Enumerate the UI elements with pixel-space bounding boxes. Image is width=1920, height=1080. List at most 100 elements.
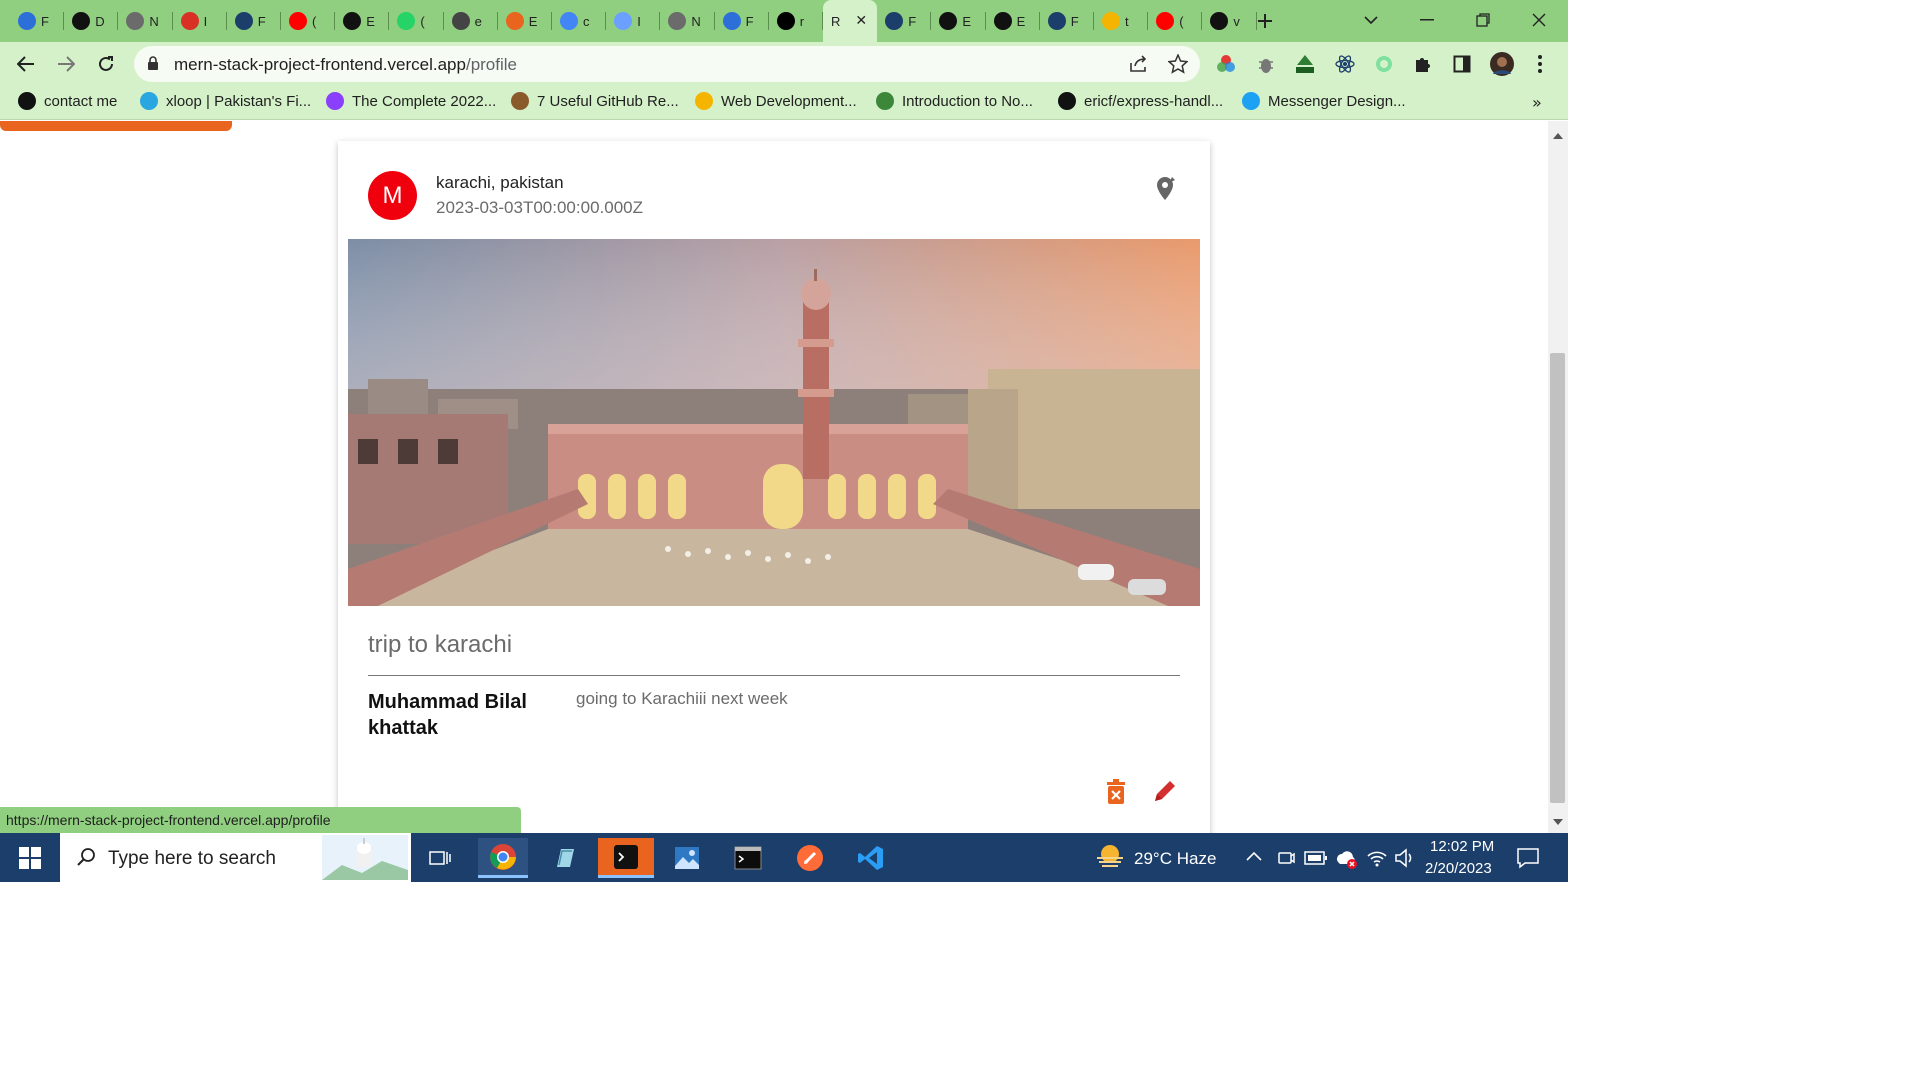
bookmark-item[interactable]: Introduction to No... <box>876 92 1033 110</box>
onedrive-error-icon[interactable] <box>1334 846 1358 870</box>
globe-icon <box>939 12 958 30</box>
close-window-button[interactable] <box>1516 6 1562 34</box>
edit-post-button[interactable] <box>1152 779 1178 807</box>
back-button[interactable] <box>12 50 40 78</box>
extension-colorpicker[interactable] <box>1214 52 1238 76</box>
profile-avatar[interactable] <box>1490 52 1514 76</box>
bookmark-item[interactable]: ericf/express-handl... <box>1058 92 1223 110</box>
bookmark-item[interactable]: Web Development... <box>695 92 857 110</box>
browser-tab[interactable]: N <box>660 6 715 36</box>
bookmark-item[interactable]: The Complete 2022... <box>326 92 496 110</box>
browser-tab[interactable]: N <box>118 6 173 36</box>
restore-button[interactable] <box>1460 6 1506 34</box>
bookmark-item[interactable]: Messenger Design... <box>1242 92 1406 110</box>
browser-tab[interactable]: I <box>173 6 227 36</box>
delete-post-button[interactable] <box>1104 779 1128 807</box>
side-panel-icon <box>1453 55 1471 73</box>
arrow-left-icon <box>17 56 34 72</box>
react-icon <box>1335 55 1355 73</box>
mural-icon <box>18 12 36 30</box>
browser-tab[interactable]: t <box>1094 6 1149 36</box>
taskbar-terminal-app[interactable] <box>598 838 654 878</box>
taskbar-photos[interactable] <box>662 838 712 878</box>
taskbar-postman[interactable] <box>785 838 835 878</box>
extensions-button[interactable] <box>1411 52 1435 76</box>
scroll-thumb[interactable] <box>1550 353 1565 803</box>
share-button[interactable] <box>1127 52 1151 76</box>
tab-label: F <box>41 13 49 29</box>
browser-tab[interactable]: r <box>769 6 823 36</box>
drive-icon <box>1102 12 1120 30</box>
battery-icon[interactable] <box>1304 850 1328 866</box>
browser-tab[interactable]: I <box>606 6 661 36</box>
url-text[interactable]: mern-stack-project-frontend.vercel.app/p… <box>174 55 517 75</box>
app-icon <box>451 12 470 30</box>
browser-tab[interactable]: F <box>10 6 65 36</box>
cmd-icon <box>734 846 762 870</box>
browser-tab[interactable]: c <box>552 6 607 36</box>
tray-overflow-button[interactable] <box>1246 848 1262 866</box>
gmail-icon <box>180 12 199 30</box>
browser-tab[interactable]: F <box>227 6 281 36</box>
post-description: going to Karachiii next week <box>576 689 788 708</box>
chrome-menu-button[interactable] <box>1528 52 1552 76</box>
extension-react-devtools[interactable] <box>1333 52 1357 76</box>
reload-button[interactable] <box>92 50 120 78</box>
meet-now-icon[interactable] <box>1276 848 1296 868</box>
new-tab-button[interactable] <box>1252 8 1278 34</box>
nav-indicator-bar <box>0 121 232 131</box>
close-tab-icon[interactable]: ✕ <box>855 13 867 29</box>
bookmark-item[interactable]: 7 Useful GitHub Re... <box>511 92 679 110</box>
tab-label: E <box>528 13 538 29</box>
browser-tab[interactable]: ( <box>1148 6 1203 36</box>
volume-icon[interactable] <box>1394 848 1416 868</box>
browser-tab[interactable]: E <box>335 6 390 36</box>
kebab-menu-icon <box>1538 55 1542 73</box>
taskbar-vscode[interactable] <box>846 838 896 878</box>
forward-button[interactable] <box>52 50 80 78</box>
arrow-right-icon <box>58 56 75 72</box>
post-title: trip to karachi <box>368 631 513 658</box>
notification-center-icon[interactable] <box>1516 846 1540 870</box>
postman-icon <box>797 845 823 871</box>
bookmark-favicon-icon <box>1058 92 1076 110</box>
browser-tab[interactable]: E <box>498 6 552 36</box>
clock-time[interactable]: 12:02 PM <box>1430 838 1494 855</box>
wifi-icon[interactable] <box>1366 848 1388 868</box>
tab-label: E <box>366 13 375 29</box>
extension-html[interactable] <box>1293 52 1317 76</box>
browser-tab[interactable]: F <box>715 6 769 36</box>
browser-tab[interactable]: E <box>986 6 1040 36</box>
browser-tab[interactable]: D <box>64 6 119 36</box>
browser-tab[interactable]: e <box>444 6 498 36</box>
taskbar-chrome[interactable] <box>478 838 528 878</box>
bookmark-star-button[interactable] <box>1166 52 1190 76</box>
side-panel-button[interactable] <box>1450 52 1474 76</box>
browser-tab[interactable]: v <box>1202 6 1257 36</box>
clock-date[interactable]: 2/20/2023 <box>1425 860 1492 877</box>
openai-icon <box>668 12 687 30</box>
bookmark-item[interactable]: xloop | Pakistan's Fi... <box>140 92 311 110</box>
tab-label: c <box>583 13 590 29</box>
weather-text[interactable]: 29°C Haze <box>1134 849 1216 869</box>
browser-tab[interactable]: E <box>931 6 986 36</box>
browser-tab[interactable]: ( <box>389 6 444 36</box>
browser-tab[interactable]: R ✕ <box>823 0 878 42</box>
taskbar-notepad[interactable] <box>540 838 590 878</box>
task-view-button[interactable] <box>415 838 465 878</box>
browser-tab[interactable]: F <box>1040 6 1094 36</box>
tab-search-button[interactable] <box>1348 6 1394 34</box>
minimize-icon <box>1420 19 1434 21</box>
more-bookmarks-button[interactable]: » <box>1532 93 1542 112</box>
taskbar-cmd[interactable] <box>723 838 773 878</box>
extension-green[interactable] <box>1372 52 1396 76</box>
browser-tab[interactable]: F <box>877 6 932 36</box>
extension-bug[interactable] <box>1254 52 1278 76</box>
tab-label: ( <box>1179 13 1184 29</box>
location-button[interactable] <box>1153 175 1179 203</box>
start-button[interactable] <box>5 838 55 878</box>
close-icon <box>1532 13 1546 27</box>
bookmark-item[interactable]: contact me <box>18 92 117 110</box>
minimize-button[interactable] <box>1404 6 1450 34</box>
browser-tab[interactable]: ( <box>281 6 336 36</box>
